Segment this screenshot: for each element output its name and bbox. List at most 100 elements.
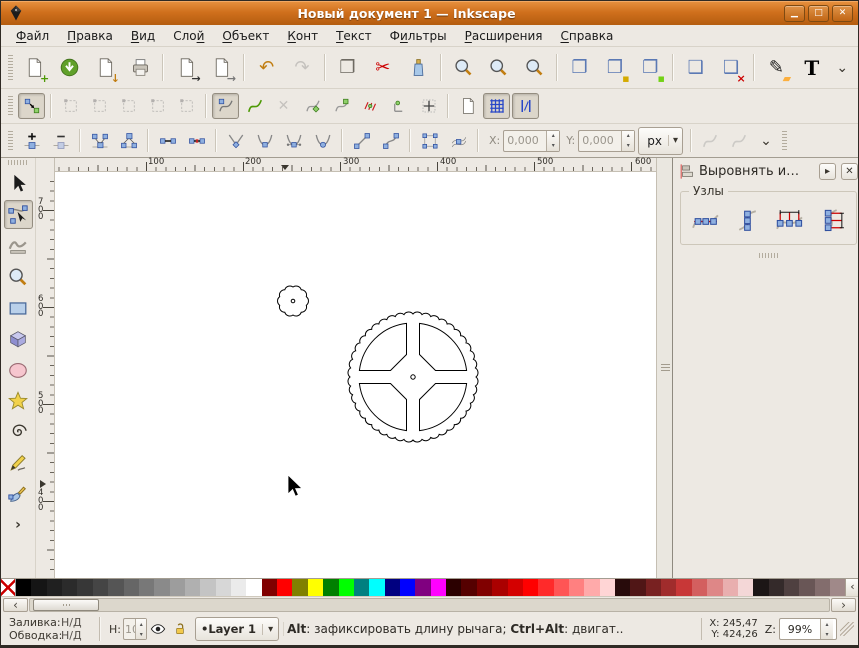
swatch-#1c1616[interactable] (753, 579, 769, 596)
menu-Фильтры[interactable]: Фильтры (383, 27, 454, 45)
menu-Конт[interactable]: Конт (280, 27, 325, 45)
menu-Файл[interactable]: Файл (9, 27, 56, 45)
zoom-field[interactable]: 99% ▴ ▾ (779, 618, 837, 640)
horizontal-ruler[interactable]: 100 200 300 400 500 600 (55, 158, 656, 172)
swatch-#202020[interactable] (46, 579, 63, 596)
swatch-#ff5555[interactable] (553, 579, 569, 596)
snap-path-intersections[interactable]: ✕ (270, 93, 297, 119)
tool-tweak[interactable] (4, 231, 33, 260)
window-resize-grip[interactable] (840, 622, 854, 636)
panel-shade-button[interactable]: ▸ (819, 163, 836, 180)
gear-large-cutout[interactable] (358, 322, 407, 371)
titlebar[interactable]: Новый документ 1 — Inkscape ▁ □ ✕ (1, 1, 858, 25)
segment-to-line[interactable] (348, 128, 375, 154)
swatch-#00ff00[interactable] (338, 579, 354, 596)
commands-bar-handle[interactable] (8, 55, 13, 80)
swatch-#a02c2c[interactable] (661, 579, 677, 596)
swatch-#ebebeb[interactable] (231, 579, 247, 596)
swatch-#836d6d[interactable] (814, 579, 831, 596)
snap-bbox-corners[interactable] (115, 93, 142, 119)
swatch-#000080[interactable] (384, 579, 400, 596)
node-symmetric[interactable] (280, 128, 307, 154)
fill-stroke-dialog[interactable]: ✎ ▰ (761, 52, 792, 84)
scroll-left-button[interactable]: ‹ (3, 598, 28, 612)
fill-stroke-indicator[interactable]: Заливка: Н/Д Обводка: Н/Д (5, 616, 95, 642)
layer-dropdown[interactable]: •Layer 1 ▾ (194, 617, 280, 641)
swatch-#151515[interactable] (31, 579, 47, 596)
swatch-#f4d7d7[interactable] (737, 579, 754, 596)
gear-large-outline[interactable] (347, 311, 479, 443)
snap-object-centers[interactable] (386, 93, 413, 119)
swatch-#280b0b[interactable] (615, 579, 631, 596)
distribute-nodes-horizontal[interactable] (770, 204, 809, 237)
toolbox-expander[interactable]: › (4, 510, 33, 539)
swatch-#550000[interactable] (461, 579, 477, 596)
swatch-#d35f5f[interactable] (691, 579, 708, 596)
snap-cusp-nodes[interactable] (299, 93, 326, 119)
gear-large-cutout[interactable] (419, 383, 468, 432)
import-document[interactable]: → (170, 52, 201, 84)
close-button[interactable]: ✕ (832, 4, 853, 22)
cut[interactable]: ✂ (367, 52, 398, 84)
snap-nodes[interactable] (212, 93, 239, 119)
duplicate[interactable]: ❐ (564, 52, 595, 84)
zoom-spinner[interactable]: ▴ ▾ (820, 619, 833, 639)
swatch-#b0b0b0[interactable] (184, 579, 201, 596)
gear-large-cutout[interactable] (358, 383, 407, 432)
node-y-field[interactable]: 0,000 ▴ ▾ (578, 129, 636, 152)
scrollbar-thumb[interactable] (33, 599, 99, 611)
open-document[interactable] (54, 52, 85, 84)
swatch-#501616[interactable] (630, 579, 646, 596)
swatch-#9d9d9d[interactable] (169, 579, 185, 596)
swatch-#800000[interactable] (476, 579, 493, 596)
scroll-right-button[interactable]: › (831, 598, 856, 612)
snap-enable[interactable] (18, 93, 45, 119)
snap-midpoints[interactable] (357, 93, 384, 119)
vertical-ruler[interactable]: 700 600 500 400 (36, 158, 55, 578)
zoom-selection[interactable] (448, 52, 479, 84)
layer-lock-button[interactable] (170, 619, 190, 639)
maximize-button[interactable]: □ (808, 4, 829, 22)
panel-resize-grip[interactable] (758, 253, 779, 258)
swatch-#666666[interactable] (123, 579, 139, 596)
menu-Слой[interactable]: Слой (166, 27, 211, 45)
align-nodes-vertical[interactable] (728, 204, 767, 237)
join-with-segment[interactable] (154, 128, 181, 154)
palette-scroll-button[interactable]: ‹ (845, 579, 858, 596)
swatch-#ff8080[interactable] (568, 579, 585, 596)
swatch-#ff00ff[interactable] (430, 579, 447, 596)
swatch-#c83737[interactable] (676, 579, 692, 596)
node-x-field[interactable]: 0,000 ▴ ▾ (503, 129, 561, 152)
unlink-clone[interactable]: ❐ ▪ (635, 52, 666, 84)
object-to-path[interactable] (416, 128, 443, 154)
swatch-#008080[interactable] (353, 579, 370, 596)
splitter-grip[interactable] (661, 364, 670, 372)
tool-star[interactable] (4, 386, 33, 415)
node-x-field-spinner[interactable]: ▴ ▾ (546, 130, 560, 151)
node-corner[interactable] (222, 128, 249, 154)
swatch-#d7d7d7[interactable] (215, 579, 232, 596)
tool-spiral[interactable] (4, 417, 33, 446)
tool-pen[interactable] (4, 479, 33, 508)
menu-Объект[interactable]: Объект (215, 27, 276, 45)
swatch-#e9afaf[interactable] (722, 579, 738, 596)
canvas-panel-splitter[interactable] (656, 158, 673, 578)
gear-large-cutout[interactable] (419, 322, 468, 371)
node-smooth[interactable] (251, 128, 278, 154)
snap-bbox[interactable] (57, 93, 84, 119)
canvas[interactable] (55, 172, 656, 578)
snap-bbox-edge-midpoints[interactable] (144, 93, 171, 119)
export-document[interactable]: → (206, 52, 237, 84)
node-bar-overflow[interactable]: ⌄ (755, 128, 777, 154)
swatch-#c4c4c4[interactable] (200, 579, 216, 596)
menu-Текст[interactable]: Текст (329, 27, 379, 45)
menu-Вид[interactable]: Вид (124, 27, 162, 45)
tool-3dbox[interactable] (4, 324, 33, 353)
new-document[interactable]: + (19, 52, 50, 84)
commands-bar-overflow[interactable]: ⌄ (831, 52, 853, 84)
swatch-#782121[interactable] (645, 579, 662, 596)
swatch-#00ffff[interactable] (369, 579, 385, 596)
edit-mask[interactable] (726, 128, 753, 154)
swatch-#342a2a[interactable] (768, 579, 784, 596)
swatch-#787878[interactable] (138, 579, 155, 596)
